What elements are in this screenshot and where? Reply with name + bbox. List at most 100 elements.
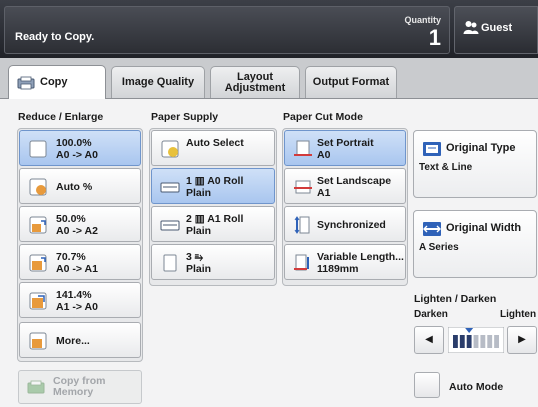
enlarge-141-button[interactable]: 141.4% A1 -> A0 — [19, 282, 141, 318]
reduce-50-label: 50.0% — [56, 213, 86, 225]
tab-output-format-label: Output Format — [312, 76, 390, 88]
quantity-value: 1 — [428, 25, 441, 50]
variable-length-label: Variable Length... — [317, 251, 404, 263]
reduce-70-sub: A0 -> A1 — [56, 263, 98, 275]
tab-image-quality[interactable]: Image Quality — [111, 66, 205, 98]
paper-cut-mode-title: Paper Cut Mode — [283, 111, 363, 123]
right-arrow-icon: ▶ — [518, 334, 526, 345]
set-portrait-button[interactable]: Set Portrait A0 — [284, 130, 406, 166]
landscape-cut-icon — [294, 180, 312, 194]
reduce-100-sub: A0 -> A0 — [56, 149, 98, 161]
roll-paper-icon — [160, 182, 180, 193]
variable-length-button[interactable]: Variable Length... 1189mm — [284, 244, 406, 280]
tab-output-format[interactable]: Output Format — [305, 66, 397, 98]
auto-mode-checkbox[interactable] — [414, 372, 440, 398]
set-landscape-size: A1 — [317, 187, 331, 199]
original-type-value: Text & Line — [419, 162, 473, 173]
tab-copy-label: Copy — [40, 76, 68, 88]
density-step — [473, 335, 479, 348]
tray3-button[interactable]: 3 ⥱ Plain — [151, 244, 275, 280]
tray1-label: 1 ▥ A0 Roll — [186, 175, 244, 187]
set-portrait-size: A0 — [317, 149, 331, 161]
reduce-icon — [29, 254, 47, 272]
status-message: Ready to Copy. — [15, 31, 95, 43]
auto-select-button[interactable]: Auto Select — [151, 130, 275, 166]
variable-length-icon — [294, 254, 309, 271]
auto-mode-label: Auto Mode — [449, 381, 504, 393]
auto-percent-button[interactable]: Auto % — [19, 168, 141, 204]
density-step — [453, 335, 458, 348]
darken-label: Darken — [414, 309, 448, 320]
user-icon — [463, 21, 479, 34]
memory-icon — [27, 380, 45, 394]
original-width-value: A Series — [419, 242, 459, 253]
sheet-paper-icon — [163, 254, 177, 272]
reduce-icon — [29, 216, 47, 234]
status-pane: Ready to Copy. Quantity 1 — [4, 6, 450, 54]
original-type-icon — [423, 142, 441, 156]
tab-copy[interactable]: Copy — [8, 65, 106, 99]
status-bar: Ready to Copy. Quantity 1 Guest — [0, 0, 538, 58]
tab-strip: Copy Image Quality Layout Adjustment Out… — [0, 58, 538, 99]
portrait-cut-icon — [294, 140, 312, 156]
tray1-a0-roll-button[interactable]: 1 ▥ A0 Roll Plain — [151, 168, 275, 204]
more-label: More... — [56, 335, 90, 347]
guest-login-button[interactable]: Guest — [454, 6, 538, 54]
synchronized-icon — [294, 216, 310, 234]
tab-image-quality-label: Image Quality — [121, 76, 195, 88]
paper-supply-title: Paper Supply — [151, 111, 219, 123]
original-width-button[interactable]: Original Width A Series — [413, 210, 537, 278]
density-step — [494, 335, 499, 348]
auto-select-label: Auto Select — [186, 137, 244, 149]
synchronized-button[interactable]: Synchronized — [284, 206, 406, 242]
lighten-arrow-button[interactable]: ▶ — [507, 326, 537, 354]
tray3-paper-type: Plain — [186, 263, 212, 275]
tray3-label: 3 ⥱ — [186, 251, 204, 263]
copy-from-memory-button[interactable]: Copy from Memory — [18, 370, 142, 404]
density-scale — [448, 327, 504, 353]
tray2-paper-type: Plain — [186, 225, 212, 237]
density-step — [466, 335, 472, 348]
more-icon — [29, 332, 47, 350]
original-type-title: Original Type — [446, 142, 516, 154]
density-step — [459, 335, 465, 348]
reduce-70-label: 70.7% — [56, 251, 86, 263]
auto-percent-icon — [29, 178, 47, 196]
darken-arrow-button[interactable]: ◀ — [414, 326, 444, 354]
variable-length-value: 1189mm — [317, 263, 359, 275]
copy-from-memory-line2: Memory — [53, 386, 94, 398]
tab-layout-adjustment-label: Layout Adjustment — [224, 70, 286, 94]
reduce-70-button[interactable]: 70.7% A0 -> A1 — [19, 244, 141, 280]
reduce-100-button[interactable]: 100.0% A0 -> A0 — [19, 130, 141, 166]
density-step — [487, 335, 493, 348]
guest-label: Guest — [481, 22, 513, 34]
enlarge-141-label: 141.4% — [56, 289, 92, 301]
tab-layout-adjustment[interactable]: Layout Adjustment — [210, 66, 300, 98]
tray2-label: 2 ▥ A1 Roll — [186, 213, 244, 225]
synchronized-label: Synchronized — [317, 219, 386, 231]
tray1-paper-type: Plain — [186, 187, 212, 199]
reduce-50-sub: A0 -> A2 — [56, 225, 98, 237]
reduce-enlarge-title: Reduce / Enlarge — [18, 111, 104, 123]
original-type-button[interactable]: Original Type Text & Line — [413, 130, 537, 198]
auto-percent-label: Auto % — [56, 181, 93, 193]
original-width-icon — [423, 222, 441, 236]
roll-paper-icon — [160, 220, 180, 231]
lighten-label: Lighten — [500, 309, 537, 320]
enlarge-icon — [29, 292, 47, 310]
tray2-a1-roll-button[interactable]: 2 ▥ A1 Roll Plain — [151, 206, 275, 242]
enlarge-141-sub: A1 -> A0 — [56, 301, 98, 313]
density-step — [480, 335, 486, 348]
blank-icon — [29, 140, 47, 158]
auto-select-icon — [161, 140, 179, 158]
reduce-100-label: 100.0% — [56, 137, 92, 149]
left-arrow-icon: ◀ — [425, 334, 433, 345]
copy-icon — [17, 76, 35, 89]
copy-from-memory-label: Copy from Memory — [53, 376, 106, 398]
lighten-darken-title: Lighten / Darken — [414, 293, 497, 305]
set-landscape-button[interactable]: Set Landscape A1 — [284, 168, 406, 204]
set-landscape-label: Set Landscape — [317, 175, 392, 187]
quantity-label: Quantity — [404, 15, 441, 25]
more-button[interactable]: More... — [19, 322, 141, 358]
reduce-50-button[interactable]: 50.0% A0 -> A2 — [19, 206, 141, 242]
